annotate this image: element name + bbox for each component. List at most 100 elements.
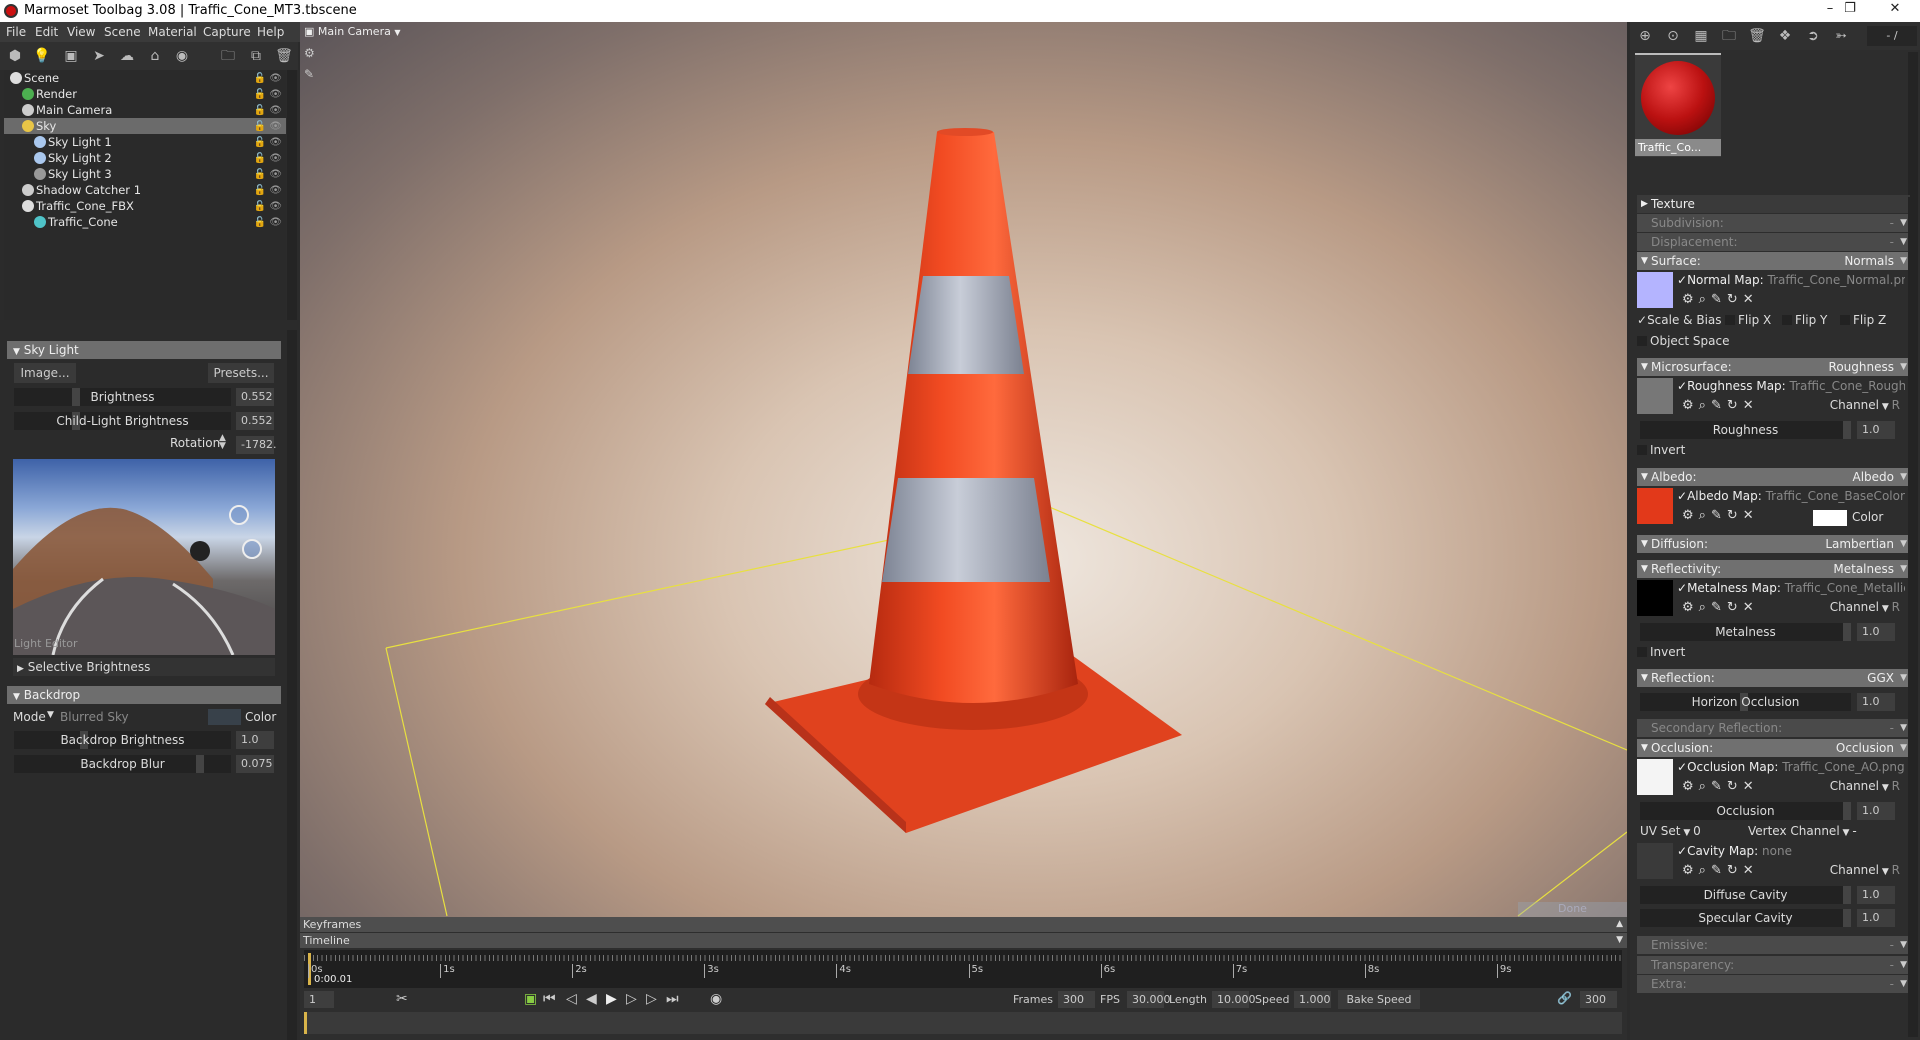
lock-visibility-icons[interactable]: 🔓 👁: [254, 199, 282, 215]
mode-dropdown-icon[interactable]: ▼: [47, 710, 54, 720]
scene-tree-scrollbar[interactable]: [287, 70, 297, 320]
length-input[interactable]: 10.000: [1212, 991, 1256, 1008]
rotation-spinner-icon[interactable]: ▲ ▼: [219, 434, 226, 451]
checkmark-icon[interactable]: ✓: [1677, 379, 1687, 393]
section-mode-dropdown[interactable]: Lambertian: [1825, 535, 1894, 553]
edit-pencil-icon[interactable]: ✎: [1711, 398, 1727, 413]
clear-x-icon[interactable]: ✕: [1743, 508, 1759, 523]
step-forward-icon[interactable]: ▷: [626, 991, 637, 1007]
section-mode-dropdown[interactable]: GGX: [1867, 669, 1894, 687]
checkmark-icon[interactable]: ✓: [1677, 273, 1687, 287]
backdrop-color-swatch[interactable]: [208, 709, 241, 725]
channel-dropdown[interactable]: Channel ▼ R: [1830, 398, 1900, 412]
collapse-arrow-icon[interactable]: ▼: [1641, 739, 1648, 757]
brightness-value[interactable]: 0.552: [236, 388, 274, 406]
properties-scrollbar[interactable]: [287, 330, 297, 1040]
texture-filename[interactable]: Traffic_Cone_AO.png: [1782, 760, 1904, 774]
sky-light-header[interactable]: ▼ Sky Light: [7, 341, 281, 359]
checkbox-invert[interactable]: Invert: [1637, 443, 1685, 457]
section-mode-dropdown[interactable]: -: [1890, 975, 1894, 993]
prev-key-icon[interactable]: ◁: [566, 991, 577, 1007]
lock-visibility-icons[interactable]: 🔓 👁: [254, 135, 282, 151]
section-transparency[interactable]: Transparency: - ▼: [1637, 956, 1910, 974]
step-back-icon[interactable]: ◀: [586, 991, 597, 1007]
fps-input[interactable]: 30.000: [1127, 991, 1171, 1008]
settings-gear-icon[interactable]: ⚙: [1682, 600, 1699, 615]
dropdown-arrow-icon[interactable]: ▼: [1900, 975, 1907, 993]
record-icon[interactable]: ◉: [710, 991, 722, 1007]
backdrop-blur-slider[interactable]: Backdrop Blur: [14, 755, 231, 773]
section-extra[interactable]: Extra: - ▼: [1637, 975, 1910, 993]
section-mode-dropdown[interactable]: Albedo: [1852, 468, 1894, 486]
add-turntable-icon[interactable]: ◉: [173, 48, 191, 64]
texture-thumbnail[interactable]: [1637, 272, 1673, 308]
checkbox-icon[interactable]: [1637, 445, 1647, 455]
slider-knob[interactable]: [196, 755, 204, 773]
section-mode-dropdown[interactable]: -: [1890, 936, 1894, 954]
texture-filename[interactable]: none: [1762, 844, 1792, 858]
reload-icon[interactable]: ↻: [1727, 779, 1743, 794]
checkbox-flipz[interactable]: Flip Z: [1840, 313, 1886, 327]
next-key-icon[interactable]: ▷: [646, 991, 657, 1007]
add-sky-icon[interactable]: ☁: [118, 48, 136, 64]
speed-input[interactable]: 1.000: [1294, 991, 1331, 1008]
tree-item-main-camera[interactable]: Main Camera 🔓 👁: [4, 102, 286, 118]
slider-knob[interactable]: [72, 388, 80, 406]
checkmark-icon[interactable]: ✓: [1677, 844, 1687, 858]
collapse-arrow-icon[interactable]: ▼: [1641, 468, 1648, 486]
backdrop-blur-value[interactable]: 0.075: [236, 755, 274, 773]
reload-icon[interactable]: ↻: [1727, 600, 1743, 615]
vertex-channel-dropdown[interactable]: Vertex Channel ▼ -: [1748, 824, 1857, 838]
current-frame-input[interactable]: 1: [304, 991, 334, 1008]
dropdown-arrow-icon[interactable]: ▼: [1900, 719, 1907, 737]
end-frame-input[interactable]: 300: [1580, 991, 1617, 1008]
menu-help[interactable]: Help: [257, 25, 284, 39]
search-icon[interactable]: ⌕: [1699, 508, 1711, 523]
add-light-icon[interactable]: 💡: [33, 48, 51, 64]
collapse-arrow-icon[interactable]: ▼: [1641, 252, 1648, 270]
trim-scissors-icon[interactable]: ✂: [396, 991, 408, 1007]
slider-value-input[interactable]: 1.0: [1857, 421, 1895, 439]
lock-visibility-icons[interactable]: 🔓 👁: [254, 71, 282, 87]
loop-icon[interactable]: ▣: [524, 991, 537, 1007]
slider-knob[interactable]: [1843, 623, 1851, 641]
presets-button[interactable]: Presets...: [208, 363, 274, 383]
menu-file[interactable]: File: [6, 25, 26, 39]
checkbox-icon[interactable]: [1637, 336, 1647, 346]
section-diffusion[interactable]: ▼ Diffusion: Lambertian ▼: [1637, 535, 1910, 553]
texture-slot[interactable]: ✓Roughness Map: Traffic_Cone_Roughness: [1677, 379, 1905, 393]
section-emissive[interactable]: Emissive: - ▼: [1637, 936, 1910, 954]
search-icon[interactable]: ⌕: [1699, 398, 1711, 413]
texture-thumbnail[interactable]: [1637, 580, 1673, 616]
checkbox-icon[interactable]: [1725, 315, 1735, 325]
child-light-brightness-slider[interactable]: Child-Light Brightness: [14, 412, 231, 430]
channel-dropdown[interactable]: Channel ▼ R: [1830, 600, 1900, 614]
menu-capture[interactable]: Capture: [203, 25, 251, 39]
slider-value-input[interactable]: 1.0: [1857, 623, 1895, 641]
texture-thumbnail[interactable]: [1637, 759, 1673, 795]
dropdown-arrow-icon[interactable]: ▼: [1900, 739, 1907, 757]
settings-gear-icon[interactable]: ⚙: [1682, 292, 1699, 307]
section-mode-dropdown[interactable]: -: [1890, 214, 1894, 232]
edit-pencil-icon[interactable]: ✎: [1711, 779, 1727, 794]
section-albedo[interactable]: ▼ Albedo: Albedo ▼: [1637, 468, 1910, 486]
settings-gear-icon[interactable]: ⚙: [1682, 398, 1699, 413]
light-handle-2[interactable]: [242, 539, 262, 559]
image-button[interactable]: Image...: [14, 363, 76, 383]
reload-icon[interactable]: ↻: [1727, 398, 1743, 413]
slider-knob[interactable]: [1843, 421, 1851, 439]
close-button[interactable]: ✕: [1875, 1, 1915, 21]
backdrop-brightness-value[interactable]: 1.0: [236, 731, 274, 749]
texture-slot[interactable]: ✓Metalness Map: Traffic_Cone_Metallic.pn…: [1677, 581, 1905, 595]
clear-x-icon[interactable]: ✕: [1743, 292, 1759, 307]
texture-slot[interactable]: ✓Albedo Map: Traffic_Cone_BaseColor.png: [1677, 489, 1905, 503]
tree-item-sky-light-3[interactable]: Sky Light 3 🔓 👁: [4, 166, 286, 182]
backdrop-brightness-slider[interactable]: Backdrop Brightness: [14, 731, 231, 749]
dropdown-arrow-icon[interactable]: ▼: [1900, 233, 1907, 251]
checkmark-icon[interactable]: ✓: [1677, 760, 1687, 774]
slider-value-input[interactable]: 1.0: [1857, 909, 1895, 927]
albedo-color-swatch[interactable]: [1813, 510, 1847, 526]
slider-value-input[interactable]: 1.0: [1857, 693, 1895, 711]
settings-gear-icon[interactable]: ⚙: [1682, 508, 1699, 523]
camera-selector[interactable]: ▣ Main Camera ▼: [304, 25, 401, 38]
